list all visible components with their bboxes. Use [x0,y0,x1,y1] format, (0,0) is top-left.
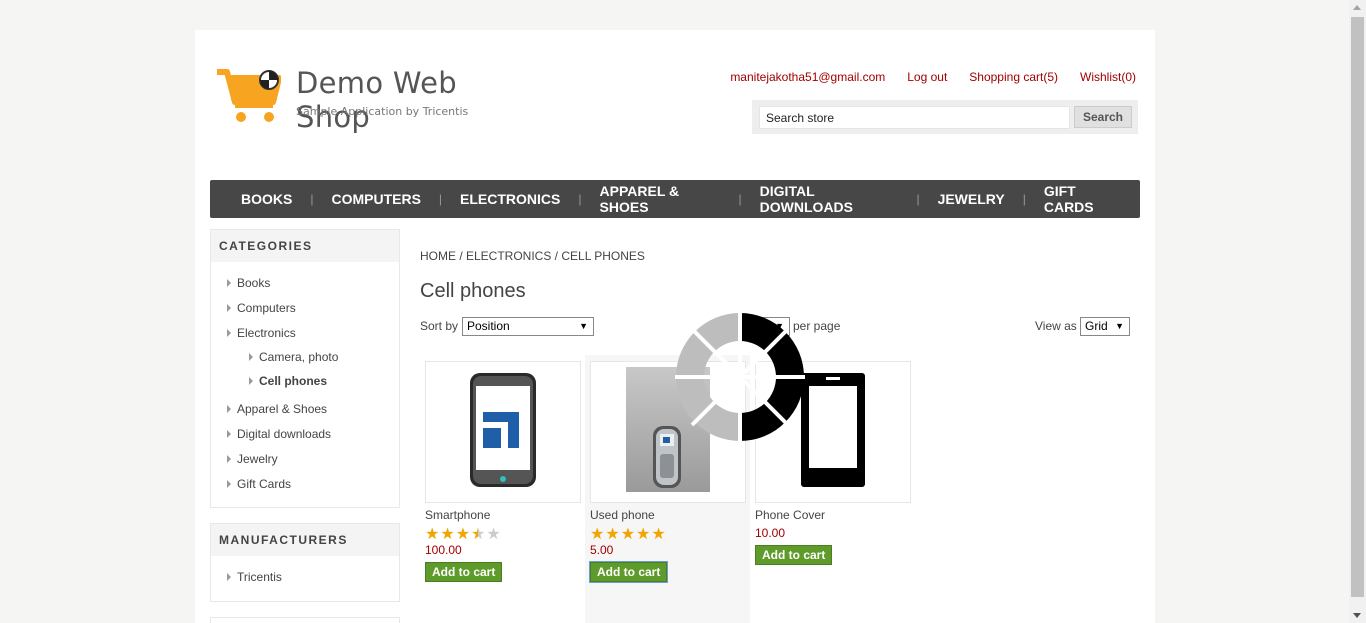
triangle-right-icon [227,328,231,337]
categories-title: CATEGORIES [211,230,399,262]
star-full-icon: ★ [425,525,440,543]
manufacturers-title: MANUFACTURERS [211,524,399,556]
category-apparel-shoes[interactable]: Apparel & Shoes [227,396,399,421]
page-scrollbar[interactable] [1349,0,1366,623]
sort-select-value: Position [467,319,510,333]
menu-item-electronics[interactable]: ELECTRONICS [442,191,578,207]
star-full-icon: ★ [455,525,471,543]
top-menu: BOOKS | COMPUTERS | ELECTRONICS | APPARE… [210,180,1140,218]
search-input[interactable] [759,106,1070,129]
view-as-label: View as [1035,319,1077,333]
star-full-icon: ★ [651,525,666,543]
logout-link[interactable]: Log out [907,70,947,84]
account-link[interactable]: manitejakotha51@gmail.com [730,70,885,84]
menu-item-gift-cards[interactable]: GIFT CARDS [1026,183,1140,215]
product-price: 100.00 [425,543,462,557]
triangle-right-icon [227,454,231,463]
product-price: 5.00 [590,543,614,557]
triangle-right-icon [227,572,231,581]
category-label: Apparel & Shoes [237,401,328,416]
triangle-right-icon [227,479,231,488]
triangle-right-icon [227,303,231,312]
product-image[interactable] [425,361,581,503]
search-box: Search [752,100,1138,134]
star-full-icon: ★ [590,525,605,543]
product-name[interactable]: Used phone [590,508,746,526]
star-full-icon: ★ [636,525,651,543]
category-label: Electronics [237,325,296,340]
star-half-icon: ★ [471,525,486,543]
star-full-icon: ★ [440,525,455,543]
smartphone-image-icon [470,373,536,487]
logo-subtitle: Sample Application by Tricentis [296,105,469,118]
view-as-select[interactable]: Grid ▼ [1080,317,1130,336]
scroll-down-icon[interactable] [1353,613,1361,618]
star-empty-icon: ★ [486,525,501,543]
logo-title: Demo Web Shop [296,66,458,134]
category-label: Jewelry [237,451,278,466]
breadcrumb[interactable]: HOME / ELECTRONICS / CELL PHONES [420,249,645,263]
rating-stars: ★ ★ ★ ★ ★ [590,526,746,543]
logo[interactable]: Demo Web Shop Sample Application by Tric… [215,64,525,134]
scrollbar-thumb[interactable] [1351,17,1364,597]
shopping-cart-link[interactable]: Shopping cart(5) [969,70,1058,84]
product-price: 10.00 [755,526,786,540]
triangle-right-icon [227,404,231,413]
category-computers[interactable]: Computers [227,295,399,320]
category-label: Camera, photo [259,349,339,364]
manufacturer-label: Tricentis [237,569,282,584]
add-to-cart-button[interactable]: Add to cart [425,562,503,582]
add-to-cart-button[interactable]: Add to cart [590,562,668,582]
view-as-value: Grid [1085,319,1108,333]
next-block [210,617,400,623]
menu-item-computers[interactable]: COMPUTERS [313,191,438,207]
category-label: Gift Cards [237,476,292,491]
category-camera-photo[interactable]: Camera, photo [227,345,399,368]
product-name[interactable]: Phone Cover [755,508,911,526]
star-full-icon: ★ [605,525,620,543]
categories-block: CATEGORIES Books Computers Electronics C… [210,229,400,508]
category-jewelry[interactable]: Jewelry [227,446,399,471]
dropdown-arrow-icon: ▼ [1115,321,1124,331]
page-title: Cell phones [420,280,526,302]
category-cell-phones[interactable]: Cell phones [227,368,399,393]
menu-item-apparel-shoes[interactable]: APPAREL & SHOES [582,183,739,215]
category-gift-cards[interactable]: Gift Cards [227,471,399,496]
product-name[interactable]: Smartphone [425,508,581,526]
menu-item-jewelry[interactable]: JEWELRY [920,191,1023,207]
category-label: Digital downloads [237,426,332,441]
category-label: Books [237,275,271,290]
triangle-right-icon [249,376,253,385]
category-electronics[interactable]: Electronics [227,320,399,345]
category-books[interactable]: Books [227,270,399,295]
manufacturers-block: MANUFACTURERS Tricentis [210,523,400,602]
category-digital-downloads[interactable]: Digital downloads [227,421,399,446]
sort-select[interactable]: Position ▼ [462,317,594,336]
star-full-icon: ★ [620,525,636,543]
dropdown-arrow-icon: ▼ [579,321,588,331]
menu-item-digital-downloads[interactable]: DIGITAL DOWNLOADS [742,183,917,215]
triangle-right-icon [249,352,253,361]
header-links: manitejakotha51@gmail.com Log out Shoppi… [730,70,1136,84]
loading-spinner-icon [675,312,805,442]
rating-stars: ★ ★ ★ ★ ★ [425,526,581,543]
manufacturer-tricentis[interactable]: Tricentis [227,564,399,589]
scroll-up-icon[interactable] [1353,5,1361,10]
menu-item-books[interactable]: BOOKS [223,191,310,207]
add-to-cart-button[interactable]: Add to cart [755,545,833,565]
wishlist-link[interactable]: Wishlist(0) [1080,70,1136,84]
search-button[interactable]: Search [1074,106,1132,128]
cart-logo-icon [217,69,281,122]
category-label: Computers [237,300,296,315]
category-label: Cell phones [259,373,328,388]
product-item: Smartphone ★ ★ ★ ★ ★ 100.00 Add to cart [425,361,581,582]
sort-label: Sort by [420,319,459,333]
triangle-right-icon [227,278,231,287]
triangle-right-icon [227,429,231,438]
